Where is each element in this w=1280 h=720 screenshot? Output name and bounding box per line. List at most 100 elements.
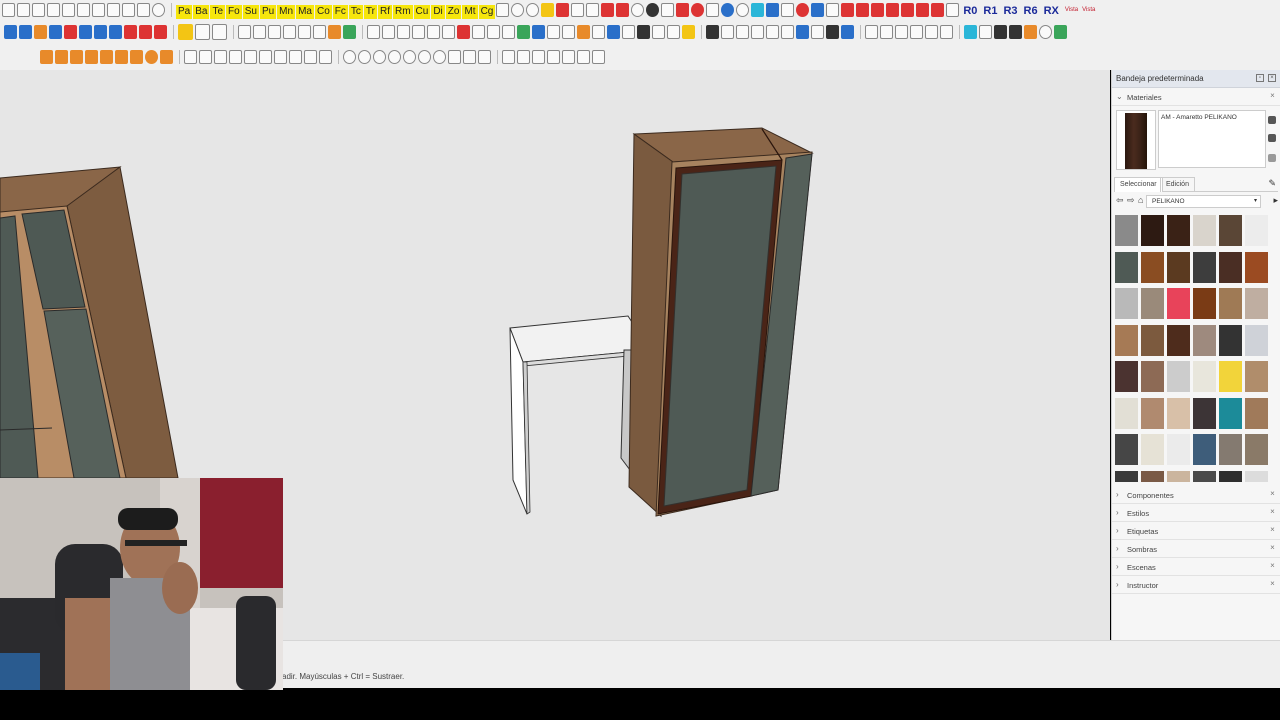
tool-p-icon[interactable] — [472, 25, 485, 39]
home-icon[interactable]: ⌂ — [1138, 195, 1143, 205]
group-5-icon[interactable] — [562, 50, 575, 64]
axes-tool-icon[interactable] — [115, 50, 128, 64]
tray-section-close-icon[interactable]: × — [1268, 525, 1277, 534]
push-icon[interactable] — [49, 25, 62, 39]
toolbar-letter-button[interactable]: Tc — [348, 5, 363, 19]
tray-section-close-icon[interactable]: × — [1268, 579, 1277, 588]
view-left-icon[interactable] — [781, 25, 794, 39]
material-swatch[interactable] — [1219, 361, 1242, 392]
circle-icon[interactable] — [145, 50, 158, 64]
drop-icon[interactable] — [160, 50, 173, 64]
material-swatch[interactable] — [1115, 397, 1138, 429]
material-swatch[interactable] — [1245, 324, 1268, 356]
style-5-icon[interactable] — [925, 25, 938, 39]
material-swatch[interactable] — [1219, 434, 1242, 465]
material-swatch[interactable] — [1219, 288, 1242, 319]
tool-v-icon[interactable] — [562, 25, 575, 39]
material-swatch[interactable] — [1167, 251, 1190, 283]
tool-g-icon[interactable] — [328, 25, 341, 39]
layout-3-icon[interactable] — [856, 3, 870, 17]
redo-icon[interactable] — [122, 3, 135, 17]
box-red-icon[interactable] — [556, 3, 570, 17]
open-icon[interactable] — [17, 3, 30, 17]
tab-edit[interactable]: Edición — [1160, 177, 1195, 192]
copy-icon[interactable] — [62, 3, 75, 17]
zoom-extents-icon[interactable] — [811, 25, 824, 39]
solid-10-icon[interactable] — [319, 50, 332, 64]
tray-section-close-icon[interactable]: × — [1268, 543, 1277, 552]
material-swatch[interactable] — [1167, 215, 1190, 246]
sandbox-8-icon[interactable] — [448, 50, 461, 64]
tool-s-icon[interactable] — [517, 25, 530, 39]
material-swatch[interactable] — [1141, 361, 1164, 392]
material-swatch[interactable] — [1167, 434, 1190, 465]
cube-icon[interactable] — [195, 24, 210, 40]
calendar-icon[interactable] — [676, 3, 690, 17]
refresh-icon[interactable] — [691, 3, 705, 17]
info-icon[interactable] — [152, 3, 165, 17]
plugin-3-icon[interactable] — [994, 25, 1007, 39]
material-swatch[interactable] — [1245, 470, 1268, 482]
material-swatch[interactable] — [1245, 434, 1268, 465]
material-swatch[interactable] — [1193, 324, 1216, 356]
layout-4-icon[interactable] — [871, 3, 885, 17]
tool-i-icon[interactable] — [367, 25, 380, 39]
arrow-red-icon[interactable] — [616, 3, 630, 17]
layout-8-icon[interactable] — [931, 3, 945, 17]
phone-icon[interactable] — [811, 3, 825, 17]
sandbox-1-icon[interactable] — [343, 50, 356, 64]
materials-section-header[interactable]: ⌄ Materiales × — [1112, 88, 1280, 106]
style-2-icon[interactable] — [880, 25, 893, 39]
tool-ab-icon[interactable] — [652, 25, 665, 39]
edit-icon[interactable] — [34, 25, 47, 39]
material-swatch[interactable] — [1193, 397, 1216, 429]
material-swatch[interactable] — [1141, 434, 1164, 465]
material-swatch[interactable] — [1167, 324, 1190, 356]
sphere-icon[interactable] — [212, 24, 227, 40]
solid-8-icon[interactable] — [289, 50, 302, 64]
tool-t-icon[interactable] — [532, 25, 545, 39]
plugin-4-icon[interactable] — [1009, 25, 1022, 39]
cut-icon[interactable] — [47, 3, 60, 17]
tool-a-icon[interactable] — [238, 25, 251, 39]
orbit-icon[interactable] — [526, 3, 540, 17]
material-swatch[interactable] — [1193, 251, 1216, 283]
tool-u-icon[interactable] — [547, 25, 560, 39]
style-1-icon[interactable] — [865, 25, 878, 39]
toolbar-letter-button[interactable]: Ma — [296, 5, 314, 19]
material-swatch[interactable] — [1219, 470, 1242, 482]
tray-section-close-icon[interactable]: × — [1268, 489, 1277, 498]
grid-icon[interactable] — [751, 3, 765, 17]
tray-section-header[interactable]: › Etiquetas × — [1112, 522, 1280, 540]
tool-c-icon[interactable] — [268, 25, 281, 39]
material-swatch[interactable] — [1141, 397, 1164, 429]
paste-icon[interactable] — [77, 3, 90, 17]
tray-section-header[interactable]: › Sombras × — [1112, 540, 1280, 558]
plugin-1-icon[interactable] — [964, 25, 977, 39]
toolbar-r-button[interactable]: R0 — [961, 5, 979, 17]
target-icon[interactable] — [736, 3, 750, 17]
sandbox-5-icon[interactable] — [403, 50, 416, 64]
material-swatch[interactable] — [1193, 361, 1216, 392]
text-icon[interactable] — [496, 3, 510, 17]
print-icon[interactable] — [137, 3, 150, 17]
monitor-icon[interactable] — [766, 3, 780, 17]
tool-o-icon[interactable] — [457, 25, 470, 39]
material-swatch[interactable] — [1193, 434, 1216, 465]
material-swatch[interactable] — [1245, 361, 1268, 392]
toolbar-letter-button[interactable]: Fc — [332, 5, 348, 19]
sandbox-7-icon[interactable] — [433, 50, 446, 64]
tool-x-icon[interactable] — [592, 25, 605, 39]
view-back-icon[interactable] — [766, 25, 779, 39]
material-swatch[interactable] — [1141, 288, 1164, 319]
toolbar-letter-button[interactable]: Te — [210, 5, 226, 19]
layout-5-icon[interactable] — [886, 3, 900, 17]
tool-e-icon[interactable] — [298, 25, 311, 39]
hook-icon[interactable] — [139, 25, 152, 39]
tray-section-header[interactable]: › Escenas × — [1112, 558, 1280, 576]
section-icon[interactable] — [571, 3, 585, 17]
details-arrow-icon[interactable]: ▸ — [1273, 195, 1278, 206]
view-iso-icon[interactable] — [796, 25, 809, 39]
tool-k-icon[interactable] — [397, 25, 410, 39]
style-4-icon[interactable] — [910, 25, 923, 39]
